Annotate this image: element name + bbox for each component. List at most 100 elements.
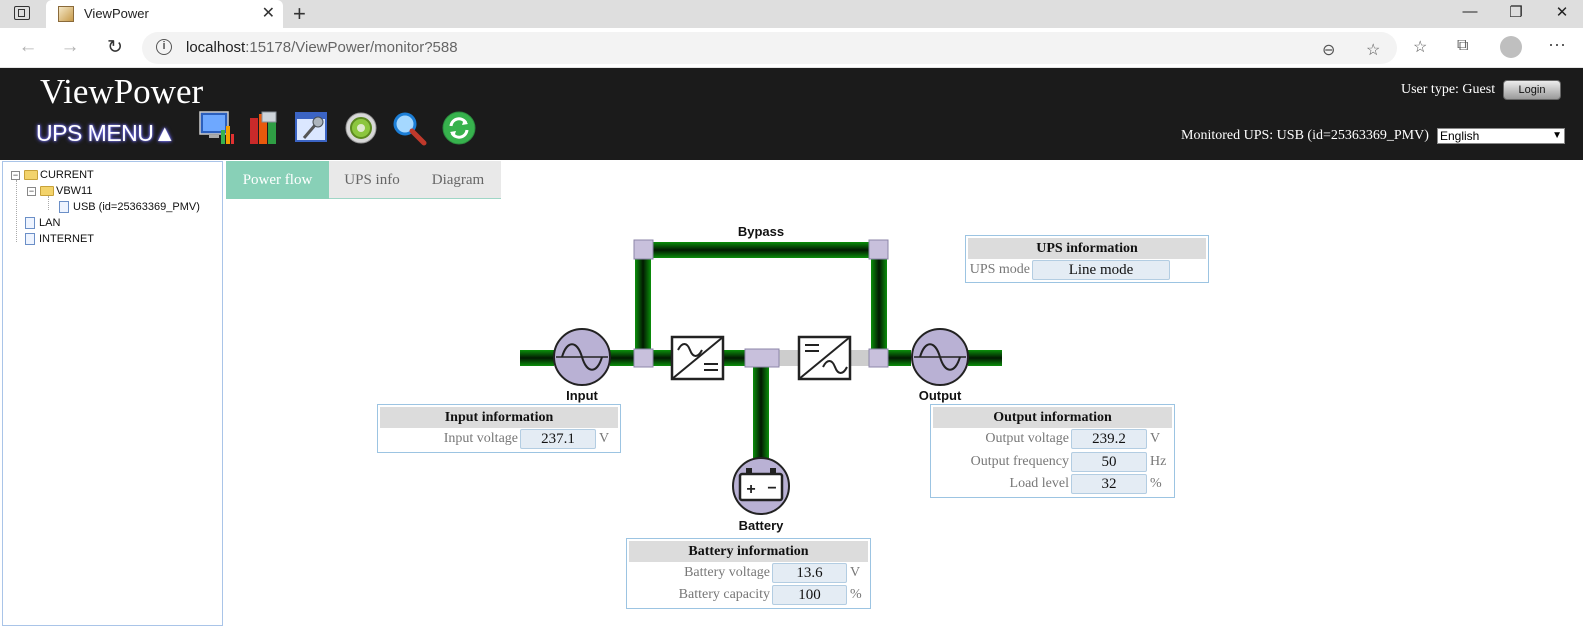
tab-power-flow[interactable]: Power flow: [226, 161, 329, 199]
battery-capacity-unit: %: [850, 587, 862, 602]
tree-item-label: LAN: [39, 217, 61, 229]
tree-item-current[interactable]: − CURRENT: [11, 168, 94, 182]
zoom-out-icon[interactable]: ⊖: [1322, 40, 1335, 60]
browser-tab[interactable]: ViewPower ✕: [46, 0, 283, 28]
tree-connector: [16, 180, 17, 242]
document-icon: [59, 201, 69, 214]
minimize-icon[interactable]: —: [1460, 3, 1480, 20]
input-voltage-label: Input voltage: [443, 431, 518, 446]
output-info-title: Output information: [933, 407, 1172, 428]
forward-icon[interactable]: →: [58, 36, 82, 58]
address-bar: ← → ↻ i localhost:15178/ViewPower/monito…: [0, 28, 1583, 68]
user-type-label: User type: Guest: [1401, 82, 1496, 97]
output-frequency-unit: Hz: [1150, 454, 1167, 469]
output-voltage-unit: V: [1150, 431, 1161, 446]
close-window-icon[interactable]: ✕: [1552, 3, 1572, 21]
close-tab-icon[interactable]: ✕: [262, 3, 275, 23]
output-frequency-value: 50: [1071, 452, 1147, 472]
browser-tab-title: ViewPower: [84, 6, 149, 21]
tree-item-usb[interactable]: USB (id=25363369_PMV): [59, 200, 200, 214]
tab-diagram[interactable]: Diagram: [415, 161, 501, 199]
tree-item-label: CURRENT: [40, 169, 94, 181]
view-tabs: Power flow UPS info Diagram: [226, 161, 501, 199]
app-header: ViewPower UPS MENU▲ User type: Guest Log…: [0, 68, 1583, 160]
tree-item-internet[interactable]: INTERNET: [25, 232, 94, 246]
collapse-icon[interactable]: −: [11, 170, 20, 180]
bypass-right-line: [871, 250, 887, 360]
bypass-line: [643, 242, 879, 258]
favorites-icon[interactable]: ☆: [1413, 37, 1427, 57]
load-level-unit: %: [1150, 476, 1162, 491]
battery-line: [753, 366, 769, 458]
add-favorite-icon[interactable]: ☆: [1366, 40, 1380, 60]
bypass-left-line: [635, 250, 651, 360]
collections-icon[interactable]: ⧉: [1457, 37, 1468, 55]
url-field[interactable]: i localhost:15178/ViewPower/monitor?588 …: [142, 32, 1397, 64]
battery-voltage-unit: V: [850, 565, 861, 580]
collapse-icon[interactable]: −: [27, 186, 36, 196]
tab-ups-info[interactable]: UPS info: [329, 161, 415, 199]
input-voltage-unit: V: [599, 431, 610, 446]
junction-block: [868, 348, 889, 368]
input-voltage-value: 237.1: [520, 429, 596, 449]
language-select[interactable]: English ▼: [1437, 128, 1565, 144]
settings-window-icon[interactable]: [294, 110, 330, 146]
url-text: localhost:15178/ViewPower/monitor?588: [186, 39, 458, 56]
output-voltage-label: Output voltage: [985, 431, 1069, 446]
input-label: Input: [566, 388, 598, 403]
battery-voltage-value: 13.6: [772, 563, 847, 583]
output-frequency-label: Output frequency: [970, 454, 1069, 469]
junction-block: [868, 239, 889, 260]
ups-mode-value: Line mode: [1032, 260, 1170, 280]
tree-connector: [48, 196, 49, 210]
battery-info-panel: Battery information Battery voltage 13.6…: [626, 538, 871, 609]
battery-capacity-value: 100: [772, 585, 847, 605]
ups-info-panel: UPS information UPS mode Line mode: [965, 235, 1209, 283]
output-voltage-value: 239.2: [1071, 429, 1147, 449]
restore-icon[interactable]: ❐: [1506, 3, 1526, 21]
battery-info-title: Battery information: [629, 541, 868, 562]
language-value: English: [1440, 129, 1480, 143]
folder-icon: [24, 170, 38, 181]
search-icon[interactable]: [391, 110, 427, 146]
browser-tab-strip: ViewPower ✕ + — ❐ ✕: [0, 0, 1583, 28]
window-menu-icon[interactable]: [14, 6, 30, 20]
load-level-value: 32: [1071, 474, 1147, 494]
output-label: Output: [919, 388, 962, 403]
rectifier-in-line: [651, 350, 671, 366]
ups-menu-button[interactable]: UPS MENU▲: [36, 120, 176, 147]
monitor-chart-icon[interactable]: [199, 110, 235, 146]
junction-block: [633, 348, 654, 368]
gear-icon[interactable]: [343, 110, 379, 146]
battery-capacity-label: Battery capacity: [678, 587, 770, 602]
profile-avatar-icon[interactable]: [1500, 36, 1522, 58]
input-info-panel: Input information Input voltage 237.1 V: [377, 404, 621, 453]
app-title: ViewPower: [40, 72, 204, 111]
tree-item-lan[interactable]: LAN: [25, 216, 60, 230]
back-icon[interactable]: ←: [16, 36, 40, 58]
books-icon[interactable]: [247, 110, 283, 146]
login-button[interactable]: Login: [1503, 80, 1561, 100]
battery-label: Battery: [739, 518, 785, 533]
device-tree-panel: − CURRENT − VBW11 USB (id=25363369_PMV) LA…: [2, 161, 223, 626]
inverter-icon: [797, 335, 852, 381]
tree-item-label: USB (id=25363369_PMV): [73, 201, 200, 213]
chevron-down-icon: ▼: [1552, 130, 1562, 141]
site-info-icon[interactable]: i: [156, 39, 172, 55]
reload-icon[interactable]: ↻: [103, 36, 127, 59]
tree-item-vbw11[interactable]: − VBW11: [27, 184, 92, 198]
load-line: [968, 350, 1002, 366]
output-line: [887, 350, 911, 366]
dc-bus-right-line: [778, 350, 798, 366]
mains-input-line: [520, 350, 554, 366]
rectifier-icon: [670, 335, 725, 381]
document-icon: [25, 233, 35, 246]
viewpower-favicon-icon: [58, 6, 74, 22]
input-line: [610, 350, 636, 366]
output-info-panel: Output information Output voltage 239.2 …: [930, 404, 1175, 498]
more-menu-icon[interactable]: ⋯: [1548, 35, 1566, 56]
refresh-icon[interactable]: [441, 110, 477, 146]
new-tab-icon[interactable]: +: [293, 1, 306, 27]
tree-item-label: VBW11: [56, 185, 93, 197]
monitored-ups-label: Monitored UPS: USB (id=25363369_PMV): [1181, 128, 1429, 143]
